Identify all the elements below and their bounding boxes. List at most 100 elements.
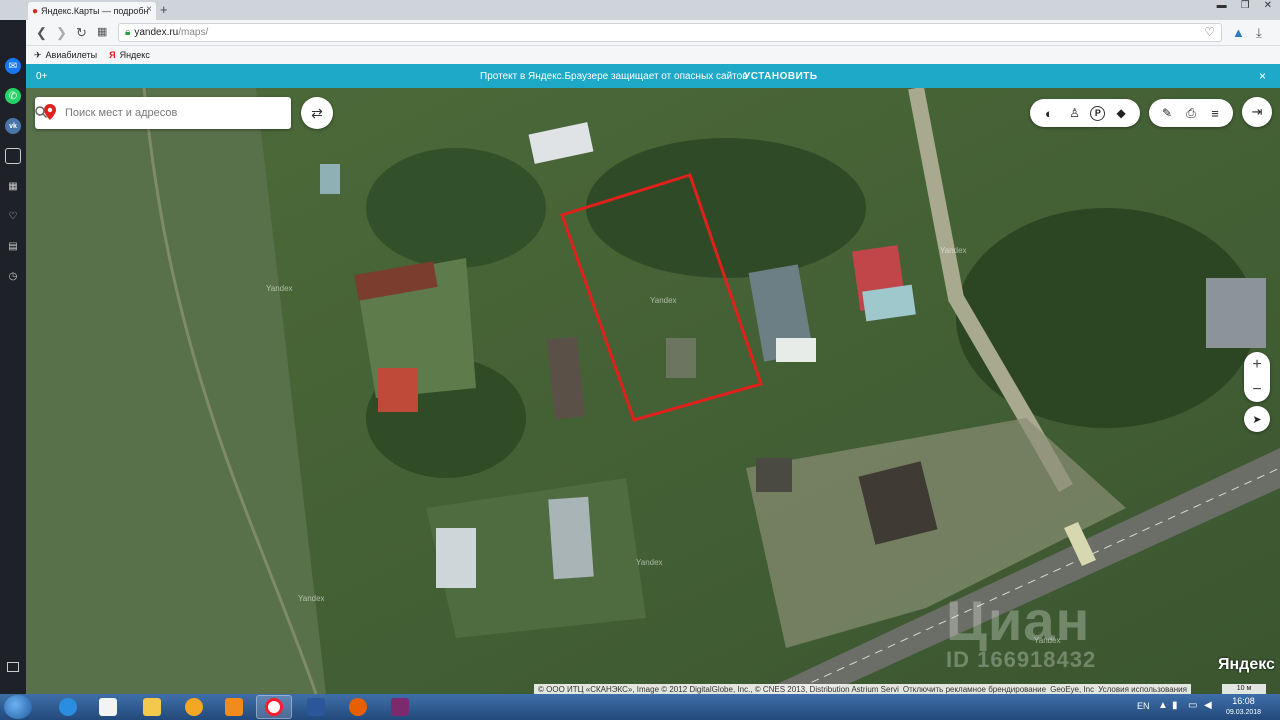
terms-link[interactable]: Условия использования — [1098, 685, 1187, 694]
route-icon: ⇄ — [311, 104, 323, 121]
camera-icon[interactable] — [5, 148, 21, 164]
tab-close-button[interactable]: × — [146, 4, 152, 15]
tray-arrow-icon[interactable]: ▲ — [1158, 700, 1168, 711]
speed-dial-icon[interactable]: ▦ — [5, 178, 21, 194]
winrar-icon — [391, 698, 409, 716]
ruler-icon[interactable]: ✎ — [1157, 103, 1177, 123]
layers-icon[interactable]: ◆ — [1111, 103, 1131, 123]
tab-bar: ● Яндекс.Карты — подробн × + ▬ ❐ ✕ — [0, 0, 1280, 20]
sidebar-toggle-icon[interactable] — [7, 662, 19, 672]
plane-icon: ✈ — [34, 49, 42, 60]
taskbar-word[interactable] — [298, 695, 334, 719]
house-roof — [756, 458, 792, 492]
house-roof — [378, 368, 418, 412]
forward-icon[interactable]: ❯ — [56, 25, 67, 41]
tools-toolbar: ✎ ⎙ ≡ — [1149, 99, 1233, 127]
map-watermark: Yandex — [650, 296, 677, 305]
url-host: yandex.ru — [134, 27, 179, 38]
opera-sidebar: ✉ ✆ vk ▦ ♡ ▤ ◷ — [0, 0, 26, 694]
volume-icon[interactable]: ◀ — [1204, 700, 1212, 711]
zoom-out-button[interactable]: − — [1252, 381, 1261, 399]
shed — [666, 338, 696, 378]
taskbar-opera[interactable] — [256, 695, 292, 719]
cian-id: ID 166918432 — [946, 647, 1097, 672]
vpn-icon[interactable]: ▲ — [1232, 25, 1245, 40]
news-icon[interactable]: ▤ — [5, 238, 21, 254]
search-box[interactable] — [35, 97, 291, 129]
close-window-button[interactable]: ✕ — [1264, 0, 1272, 11]
map-watermark: Yandex — [940, 246, 967, 255]
parking-icon[interactable]: P — [1090, 105, 1106, 121]
url-path: /maps/ — [178, 27, 209, 38]
cian-brand: Циан — [946, 589, 1091, 652]
folder-icon — [143, 698, 161, 716]
app-icon — [185, 698, 203, 716]
bookmark-aviabilety[interactable]: ✈ Авиабилеты — [34, 50, 97, 61]
panorama-icon[interactable]: ♙ — [1065, 103, 1085, 123]
url-field[interactable]: 🔒︎ yandex.ru/maps/ ♡ — [118, 23, 1222, 42]
taskbar-explorer[interactable] — [134, 695, 170, 719]
bookmark-yandex[interactable]: Я Яндекс — [109, 50, 150, 60]
vk-icon[interactable]: vk — [5, 118, 21, 134]
heart-icon[interactable]: ♡ — [5, 208, 21, 224]
taskbar-app[interactable] — [216, 695, 252, 719]
house-roof — [1206, 278, 1266, 348]
reload-icon[interactable]: ↻ — [76, 25, 87, 41]
opera-icon — [265, 698, 283, 716]
whatsapp-icon[interactable]: ✆ — [5, 88, 21, 104]
zoom-in-button[interactable]: + — [1252, 356, 1261, 374]
back-icon[interactable]: ❮ — [36, 25, 47, 41]
search-icon[interactable] — [35, 106, 47, 118]
taskbar-media[interactable] — [90, 695, 126, 719]
map-watermark: Yandex — [636, 558, 663, 567]
layers-toolbar: ◐ ♙ P ◆ — [1030, 99, 1140, 127]
new-tab-button[interactable]: + — [160, 2, 168, 17]
ie-icon — [59, 698, 77, 716]
messenger-icon[interactable]: ✉ — [5, 58, 21, 74]
traffic-icon[interactable]: ◐ — [1039, 103, 1059, 123]
tab-yandex-maps[interactable]: ● Яндекс.Карты — подробн × — [28, 2, 156, 20]
geolocation-arrow-icon: ➤ — [1252, 413, 1262, 426]
language-indicator[interactable]: EN — [1137, 701, 1150, 711]
bookmark-heart-icon[interactable]: ♡ — [1204, 25, 1215, 39]
map-watermark: Yandex — [298, 594, 325, 603]
window-controls: ▬ ❐ ✕ — [1217, 0, 1272, 11]
tab-title: Яндекс.Карты — подробн — [41, 6, 149, 16]
taskbar-app[interactable] — [176, 695, 212, 719]
scale-bar: 10 м — [1222, 684, 1266, 694]
house-roof — [436, 528, 476, 588]
start-button[interactable] — [4, 695, 32, 719]
zoom-control: + − — [1244, 352, 1270, 402]
clock-date: 09.03.2018 — [1226, 709, 1262, 716]
login-button[interactable]: ⇥ — [1242, 97, 1272, 127]
windows-taskbar: EN ▲ ▮ ▭ ◀ 16:08 09.03.2018 — [0, 694, 1280, 720]
install-button[interactable]: УСТАНОВИТЬ — [744, 71, 818, 82]
firefox-icon — [349, 698, 367, 716]
copyright-bar: © ООО ИТЦ «СКАНЭКС», Image © 2012 Digita… — [534, 684, 1191, 694]
minimize-button[interactable]: ▬ — [1217, 0, 1227, 11]
taskbar-ie[interactable] — [50, 695, 86, 719]
search-input[interactable] — [65, 107, 255, 119]
taskbar-winrar[interactable] — [382, 695, 418, 719]
battery-icon[interactable]: ▭ — [1188, 700, 1197, 711]
bookmarks-bar: ✈ Авиабилеты Я Яндекс — [26, 46, 1280, 64]
house-roof — [548, 496, 594, 580]
route-button[interactable]: ⇄ — [301, 97, 333, 129]
history-icon[interactable]: ◷ — [5, 268, 21, 284]
ad-off-link[interactable]: Отключить рекламное брендирование — [903, 685, 1046, 694]
banner-close-button[interactable]: × — [1259, 69, 1266, 83]
map-canvas[interactable]: Yandex Yandex Yandex Yandex Yandex Yande… — [26, 88, 1280, 694]
login-icon: ⇥ — [1251, 104, 1263, 119]
menu-icon[interactable]: ≡ — [1205, 103, 1225, 123]
system-clock[interactable]: 16:08 09.03.2018 — [1226, 696, 1261, 718]
taskbar-firefox[interactable] — [340, 695, 376, 719]
speed-dial-icon[interactable]: ▦ — [97, 25, 107, 38]
download-icon[interactable]: ⤓ — [1256, 25, 1262, 41]
maximize-button[interactable]: ❐ — [1241, 0, 1250, 11]
geolocation-button[interactable]: ➤ — [1244, 406, 1270, 432]
house-roof — [776, 338, 816, 362]
print-icon[interactable]: ⎙ — [1181, 103, 1201, 123]
age-badge: 0+ — [36, 70, 48, 82]
banner-message: Протект в Яндекс.Браузере защищает от оп… — [480, 70, 748, 82]
network-icon[interactable]: ▮ — [1172, 700, 1178, 711]
